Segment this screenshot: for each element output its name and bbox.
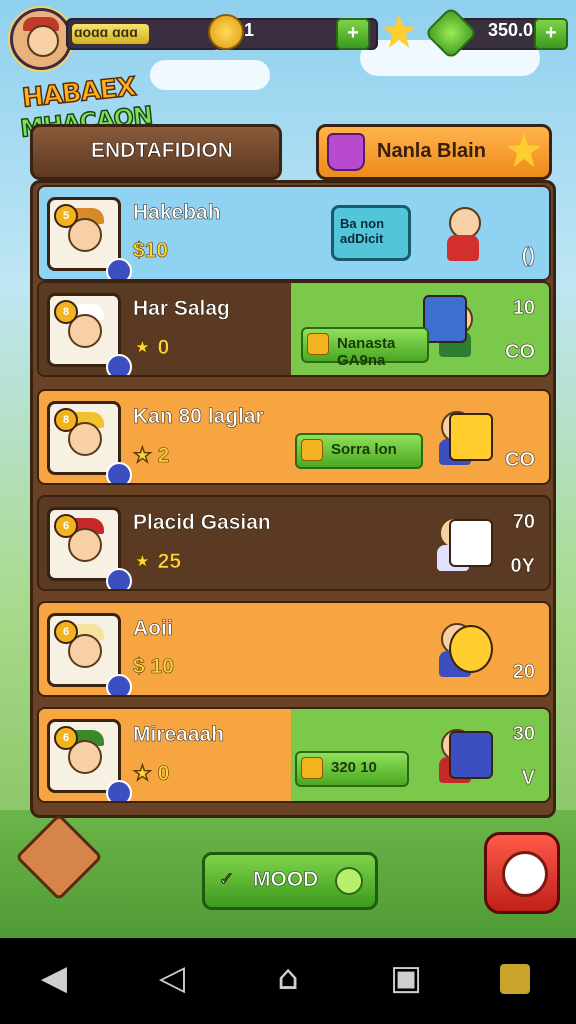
character-portrait: 8 xyxy=(47,401,132,483)
clover-icon xyxy=(335,867,363,895)
stat-secondary: CO xyxy=(505,449,536,472)
rank-badge-icon xyxy=(106,568,132,589)
character-name: Placid Gasian xyxy=(133,511,271,535)
rank-badge-icon xyxy=(106,354,132,375)
item-icon xyxy=(449,413,493,461)
list-row[interactable]: 6 Placid Gasian ★ 25 70 0Y xyxy=(37,495,551,591)
cloud xyxy=(150,60,270,90)
bag-icon xyxy=(327,133,365,171)
list-row[interactable]: 6 Mireaaah ★ 0 30 V 320 10 xyxy=(37,707,551,803)
xp-bar: ɑoɑɑ ɑɑɑ xyxy=(66,18,220,50)
rank-badge-icon xyxy=(106,462,132,483)
edition-button[interactable]: ENDTAFIDION xyxy=(30,124,282,180)
character-portrait: 6 xyxy=(47,507,132,589)
stat-primary: 30 xyxy=(512,723,535,746)
coin-icon xyxy=(301,439,323,461)
level-badge: 8 xyxy=(54,300,78,324)
record-icon xyxy=(502,851,548,897)
row-action-label: 320 10 xyxy=(331,759,377,776)
stat-secondary: 0Y xyxy=(510,555,535,578)
character-name: Aoii xyxy=(133,617,173,641)
player-avatar[interactable] xyxy=(10,8,72,70)
recent-apps-icon[interactable]: ▣ xyxy=(386,958,426,998)
coin-icon xyxy=(301,757,323,779)
character-name: Har Salag xyxy=(133,297,230,321)
app-shortcut-icon[interactable] xyxy=(500,964,530,994)
back-outline-icon[interactable]: ◁ xyxy=(152,958,192,998)
character-name: Mireaaah xyxy=(133,723,225,747)
character-portrait: 5 xyxy=(47,197,132,279)
speech-bubble-text: Ba non adDicit xyxy=(340,216,385,246)
add-gems-button[interactable]: + xyxy=(534,18,568,50)
stat-secondary: () xyxy=(521,245,535,268)
row-action-label: Sorra lon xyxy=(331,441,397,458)
level-badge: 6 xyxy=(54,726,78,750)
row-action-button[interactable]: 320 10 xyxy=(295,751,409,787)
list-row[interactable]: 8 Har Salag ★ 0 10 CO Nanasta GA9na xyxy=(37,281,551,377)
character-list: 5 Hakebah $10 () Ba non adDicit 8 Har Sa… xyxy=(30,180,556,818)
character-portrait: 8 xyxy=(47,293,132,375)
level-badge: 6 xyxy=(54,620,78,644)
gem-value: 350.0 xyxy=(488,20,534,40)
mood-button-label: MOOD xyxy=(253,868,319,892)
rank-badge-icon xyxy=(106,674,132,695)
coin-icon xyxy=(208,14,244,50)
action-button[interactable] xyxy=(484,832,560,914)
item-icon xyxy=(423,295,467,343)
add-coins-button[interactable]: + xyxy=(336,18,370,50)
item-icon xyxy=(449,625,493,673)
stat-secondary: CO xyxy=(505,341,536,364)
speech-bubble: Ba non adDicit xyxy=(331,205,411,261)
list-row[interactable]: 6 Aoii $ 10 20 xyxy=(37,601,551,697)
character-name: Kan 80 laglar xyxy=(133,405,264,429)
rank-badge-icon xyxy=(106,258,132,279)
character-cost: ★ 0 xyxy=(133,762,170,786)
row-action-button[interactable]: Nanasta GA9na xyxy=(301,327,429,369)
stat-primary: 70 xyxy=(512,511,535,534)
coin-icon xyxy=(307,333,329,355)
character-cost: ★ 0 xyxy=(133,336,170,360)
character-portrait: 6 xyxy=(47,719,132,801)
shop-button[interactable]: Nanla Blain xyxy=(316,124,552,180)
character-sprite xyxy=(437,201,489,263)
level-badge: 6 xyxy=(54,514,78,538)
level-badge: 5 xyxy=(54,204,78,228)
stat-secondary: 20 xyxy=(512,661,535,684)
character-name: Hakebah xyxy=(133,201,221,225)
home-icon[interactable]: ⌂ xyxy=(268,958,308,998)
character-cost: $10 xyxy=(133,239,169,263)
character-portrait: 6 xyxy=(47,613,132,695)
stat-secondary: V xyxy=(521,767,535,790)
stat-primary: 10 xyxy=(512,297,535,320)
system-navbar: ◀ ◁ ⌂ ▣ xyxy=(0,938,576,1024)
item-icon xyxy=(449,519,493,567)
list-row[interactable]: 8 Kan 80 laglar ★ 2 CO Sorra lon xyxy=(37,389,551,485)
shop-button-label: Nanla Blain xyxy=(377,140,486,162)
edition-button-label: ENDTAFIDION xyxy=(91,139,234,163)
check-icon: ✓ xyxy=(219,869,235,890)
xp-label: ɑoɑɑ ɑɑɑ xyxy=(74,24,138,40)
row-action-label: Nanasta GA9na xyxy=(337,335,396,369)
row-action-button[interactable]: Sorra lon xyxy=(295,433,423,469)
character-cost: ★ 25 xyxy=(133,550,182,574)
item-icon xyxy=(449,731,493,779)
mood-button[interactable]: ✓ MOOD xyxy=(202,852,378,910)
coin-value: 1 xyxy=(244,20,255,40)
star-icon xyxy=(507,133,541,167)
rank-badge-icon xyxy=(106,780,132,801)
list-row[interactable]: 5 Hakebah $10 () Ba non adDicit xyxy=(37,185,551,281)
level-badge: 8 xyxy=(54,408,78,432)
back-icon[interactable]: ◀ xyxy=(34,958,74,998)
character-cost: $ 10 xyxy=(133,655,174,679)
character-cost: ★ 2 xyxy=(133,444,170,468)
